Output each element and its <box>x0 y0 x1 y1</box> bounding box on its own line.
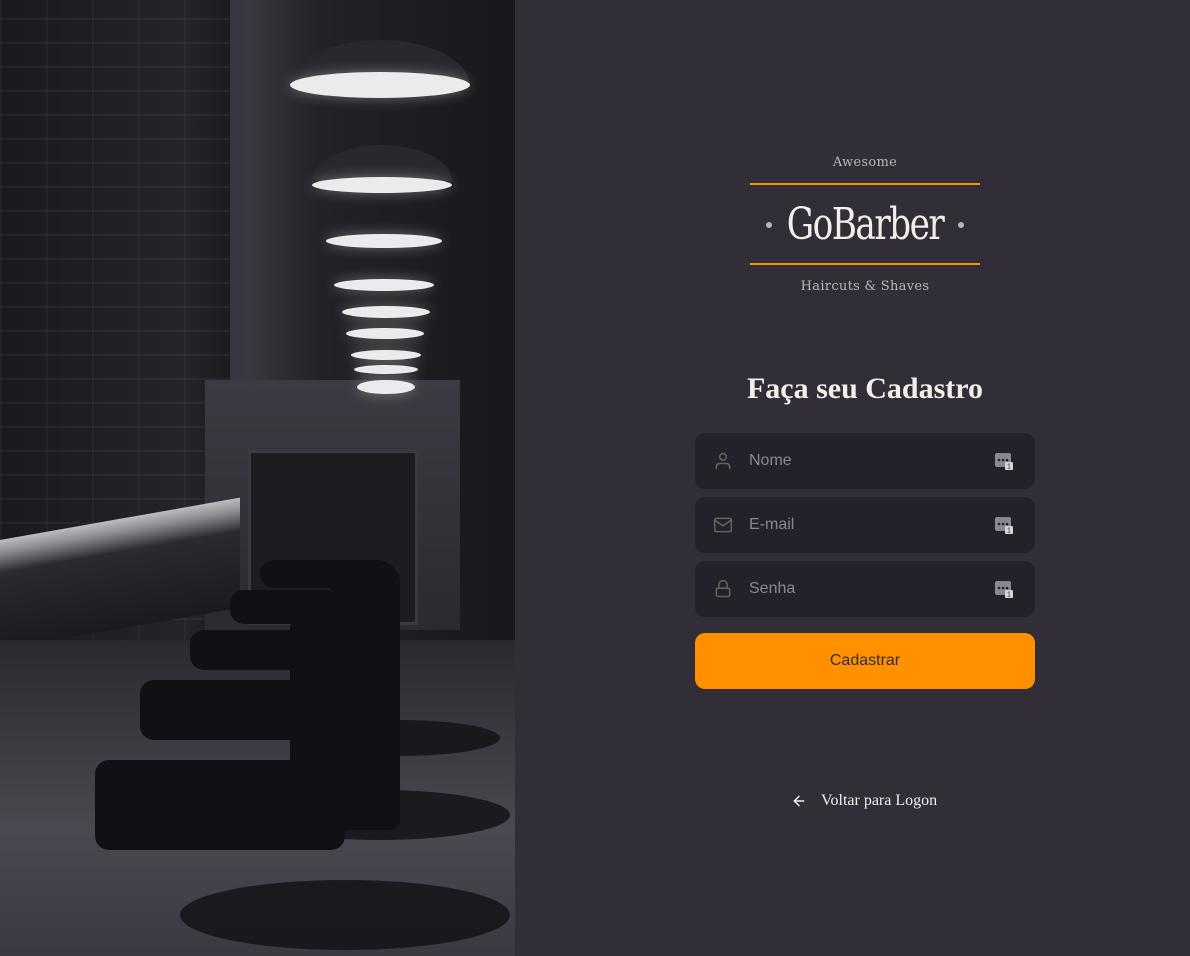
pendant-lamp <box>334 279 434 291</box>
barber-chair <box>190 630 340 670</box>
logo-tagline-bottom: Haircuts & Shaves <box>800 279 930 294</box>
password-input[interactable] <box>749 561 969 617</box>
arrow-left-icon <box>793 795 805 807</box>
svg-text:1: 1 <box>1007 592 1011 599</box>
lamp-shade <box>312 145 452 181</box>
pendant-lamp <box>354 365 418 374</box>
barber-chair <box>140 680 330 740</box>
chair-base <box>180 880 510 950</box>
pendant-lamp <box>342 306 430 318</box>
email-field[interactable]: 1 <box>695 497 1035 553</box>
barber-chair <box>260 560 360 588</box>
pendant-lamp <box>357 380 415 394</box>
signup-panel: Awesome GoBarber Haircuts & Shaves Faça … <box>515 0 1190 956</box>
pendant-lamp <box>312 177 452 193</box>
pendant-lamp <box>326 234 442 248</box>
logo-divider-top <box>750 183 980 185</box>
back-link-label: Voltar para Logon <box>821 792 938 809</box>
logo-tagline-top: Awesome <box>832 155 898 170</box>
svg-text:1: 1 <box>1007 528 1011 535</box>
password-manager-icon[interactable]: 1 <box>995 453 1013 470</box>
user-icon <box>715 452 731 470</box>
register-button[interactable]: Cadastrar <box>695 633 1035 689</box>
svg-text:1: 1 <box>1007 464 1011 471</box>
pendant-lamp <box>346 328 424 339</box>
email-input[interactable] <box>749 497 969 553</box>
lock-icon <box>715 579 731 598</box>
mail-icon <box>713 517 733 533</box>
gobarber-logo: Awesome GoBarber Haircuts & Shaves <box>750 150 980 300</box>
logo-dot-right <box>958 222 964 228</box>
background-image <box>0 0 515 956</box>
logo-dot-left <box>766 222 772 228</box>
back-to-logon-link[interactable]: Voltar para Logon <box>791 789 937 813</box>
logo-divider-bottom <box>750 263 980 265</box>
name-field[interactable]: 1 <box>695 433 1035 489</box>
form-title: Faça seu Cadastro <box>746 372 984 405</box>
password-field[interactable]: 1 <box>695 561 1035 617</box>
password-manager-icon[interactable]: 1 <box>995 581 1013 598</box>
pendant-lamp <box>351 350 421 360</box>
name-input[interactable] <box>749 433 969 489</box>
barber-chair <box>230 590 350 624</box>
password-manager-icon[interactable]: 1 <box>995 517 1013 534</box>
logo-wordmark: GoBarber <box>786 199 945 250</box>
pendant-lamp <box>290 72 470 98</box>
